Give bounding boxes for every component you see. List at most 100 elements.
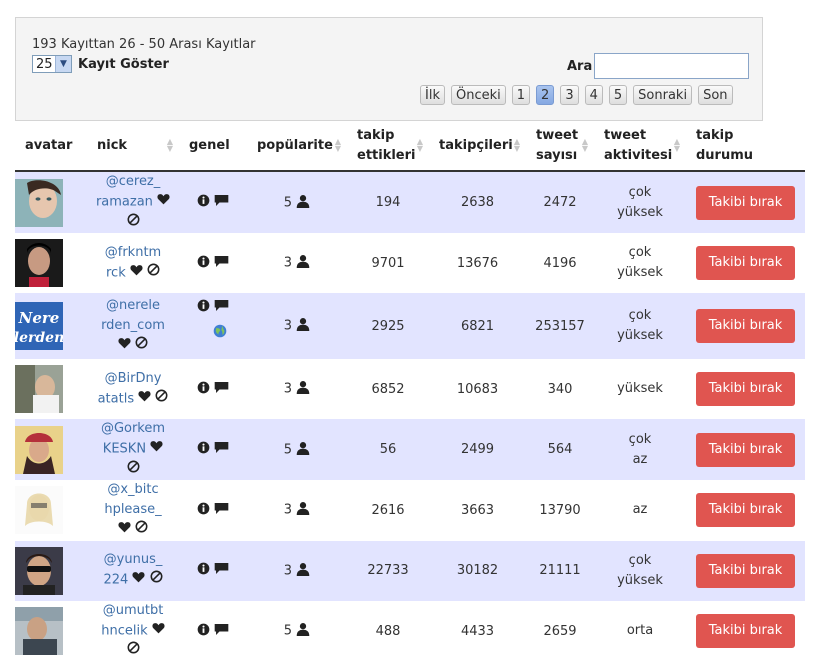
takip-durumu-cell: Takibi bırak (686, 600, 805, 662)
heart-icon[interactable] (157, 192, 170, 212)
comment-icon[interactable] (214, 194, 229, 211)
avatar-cell (15, 359, 87, 419)
ban-icon[interactable] (150, 570, 163, 590)
nick-link[interactable]: @BirDny atatls (98, 371, 162, 407)
comment-icon[interactable] (214, 562, 229, 579)
unfollow-button[interactable]: Takibi bırak (696, 246, 795, 280)
ban-icon[interactable] (127, 460, 140, 480)
avatar[interactable] (15, 486, 63, 535)
comment-icon[interactable] (214, 441, 229, 458)
info-icon[interactable] (197, 299, 210, 316)
globe-icon[interactable] (213, 324, 227, 342)
popularite-cell: 3 (247, 233, 347, 293)
tweet-aktivitesi-cell: çok yüksek (594, 233, 686, 293)
pager-button[interactable]: Sonraki (633, 85, 693, 105)
unfollow-button[interactable]: Takibi bırak (696, 614, 795, 648)
nick-cell: @BirDny atatls (87, 359, 179, 419)
col-header-takipcileri[interactable]: takipçileri ▲ ▼ (429, 122, 526, 172)
comment-icon[interactable] (214, 255, 229, 272)
comment-icon[interactable] (214, 623, 229, 640)
nick-cell: @frkntm rck (87, 233, 179, 293)
records-info: 193 Kayıttan 26 - 50 Arası Kayıtlar (32, 37, 256, 52)
heart-icon[interactable] (150, 439, 163, 459)
pager-button[interactable]: Önceki (450, 85, 506, 105)
info-icon[interactable] (197, 255, 210, 272)
ban-icon[interactable] (147, 263, 160, 283)
tweet-aktivitesi-cell: çok yüksek (594, 540, 686, 601)
col-header-nick[interactable]: nick ▲ ▼ (87, 122, 179, 172)
col-header-takip-ettikleri[interactable]: takip ettikleri ▲ ▼ (347, 122, 429, 172)
pager-button[interactable]: 5 (608, 85, 628, 105)
heart-icon[interactable] (152, 621, 165, 641)
tweet-aktivitesi-cell: çok yüksek (594, 171, 686, 233)
avatar[interactable] (15, 239, 63, 287)
avatar[interactable] (15, 425, 63, 474)
tweet-sayisi-cell: 2659 (526, 600, 594, 662)
unfollow-button[interactable]: Takibi bırak (696, 493, 795, 528)
pager-button[interactable]: 2 (536, 85, 555, 105)
chevron-down-icon[interactable]: ▼ (55, 56, 71, 72)
info-icon[interactable] (197, 194, 210, 211)
col-header-tweet-aktivitesi[interactable]: tweet aktivitesi ▲ ▼ (594, 122, 686, 172)
genel-cell (179, 171, 247, 233)
ban-icon[interactable] (155, 389, 168, 409)
col-header-tweet-sayisi[interactable]: tweet sayısı ▲ ▼ (526, 122, 594, 172)
nick-link[interactable]: @nerele rden_com (101, 298, 165, 333)
popularite-cell: 5 (247, 171, 347, 233)
info-icon[interactable] (197, 502, 210, 519)
pager-button[interactable]: Son (698, 85, 733, 105)
genel-cell (179, 480, 247, 541)
avatar[interactable] (15, 607, 63, 655)
avatar[interactable] (15, 546, 63, 595)
page-length-select[interactable]: 25 ▼ (32, 55, 72, 73)
info-icon[interactable] (197, 381, 210, 398)
heart-icon[interactable] (130, 263, 143, 283)
pager-button[interactable]: 1 (511, 85, 531, 105)
pager-button[interactable]: 4 (584, 85, 603, 105)
heart-icon[interactable] (118, 336, 131, 356)
col-header-popularite[interactable]: popülarite ▲ ▼ (247, 122, 347, 172)
takip-durumu-cell: Takibi bırak (686, 359, 805, 419)
avatar[interactable]: Nere lerden (15, 302, 63, 350)
col-header-genel: genel (179, 122, 247, 172)
comment-icon[interactable] (214, 502, 229, 519)
heart-icon[interactable] (132, 570, 145, 590)
nick-link[interactable]: @cerez_ ramazan (96, 174, 160, 210)
takip-durumu-cell: Takibi bırak (686, 233, 805, 293)
unfollow-button[interactable]: Takibi bırak (696, 185, 795, 220)
unfollow-button[interactable]: Takibi bırak (696, 432, 795, 467)
table-row: @Gorkem KESKN 5 56 2499 564 çok az Takibi bıra… (15, 419, 805, 480)
tweet-sayisi-cell: 2472 (526, 171, 594, 233)
takip-ettikleri-cell: 56 (347, 419, 429, 480)
col-header-takip-durumu: takip durumu (686, 122, 805, 172)
info-icon[interactable] (197, 623, 210, 640)
heart-icon[interactable] (138, 389, 151, 409)
popularite-cell: 3 (247, 480, 347, 541)
comment-icon[interactable] (214, 381, 229, 398)
pager-button[interactable]: 3 (560, 85, 579, 105)
ban-icon[interactable] (135, 520, 148, 540)
nick-link[interactable]: @x_bitc hplease_ (104, 482, 161, 517)
tweet-aktivitesi-cell: orta (594, 600, 686, 662)
user-icon (296, 441, 310, 459)
nick-cell: @x_bitc hplease_ (87, 480, 179, 541)
ban-icon[interactable] (135, 336, 148, 356)
pager-button[interactable]: İlk (420, 85, 445, 105)
ban-icon[interactable] (127, 213, 140, 233)
heart-icon[interactable] (118, 520, 131, 540)
info-icon[interactable] (197, 562, 210, 579)
unfollow-button[interactable]: Takibi bırak (696, 553, 795, 588)
page-length-label: Kayıt Göster (78, 56, 169, 72)
avatar[interactable] (15, 178, 63, 227)
unfollow-button[interactable]: Takibi bırak (696, 372, 795, 406)
ban-icon[interactable] (127, 641, 140, 661)
user-icon (296, 501, 310, 519)
unfollow-button[interactable]: Takibi bırak (696, 309, 795, 343)
info-icon[interactable] (197, 441, 210, 458)
user-icon (296, 380, 310, 398)
search-input[interactable] (594, 53, 749, 79)
takip-durumu-cell: Takibi bırak (686, 480, 805, 541)
comment-icon[interactable] (214, 299, 229, 316)
nick-cell: @nerele rden_com (87, 293, 179, 359)
avatar[interactable] (15, 365, 63, 413)
